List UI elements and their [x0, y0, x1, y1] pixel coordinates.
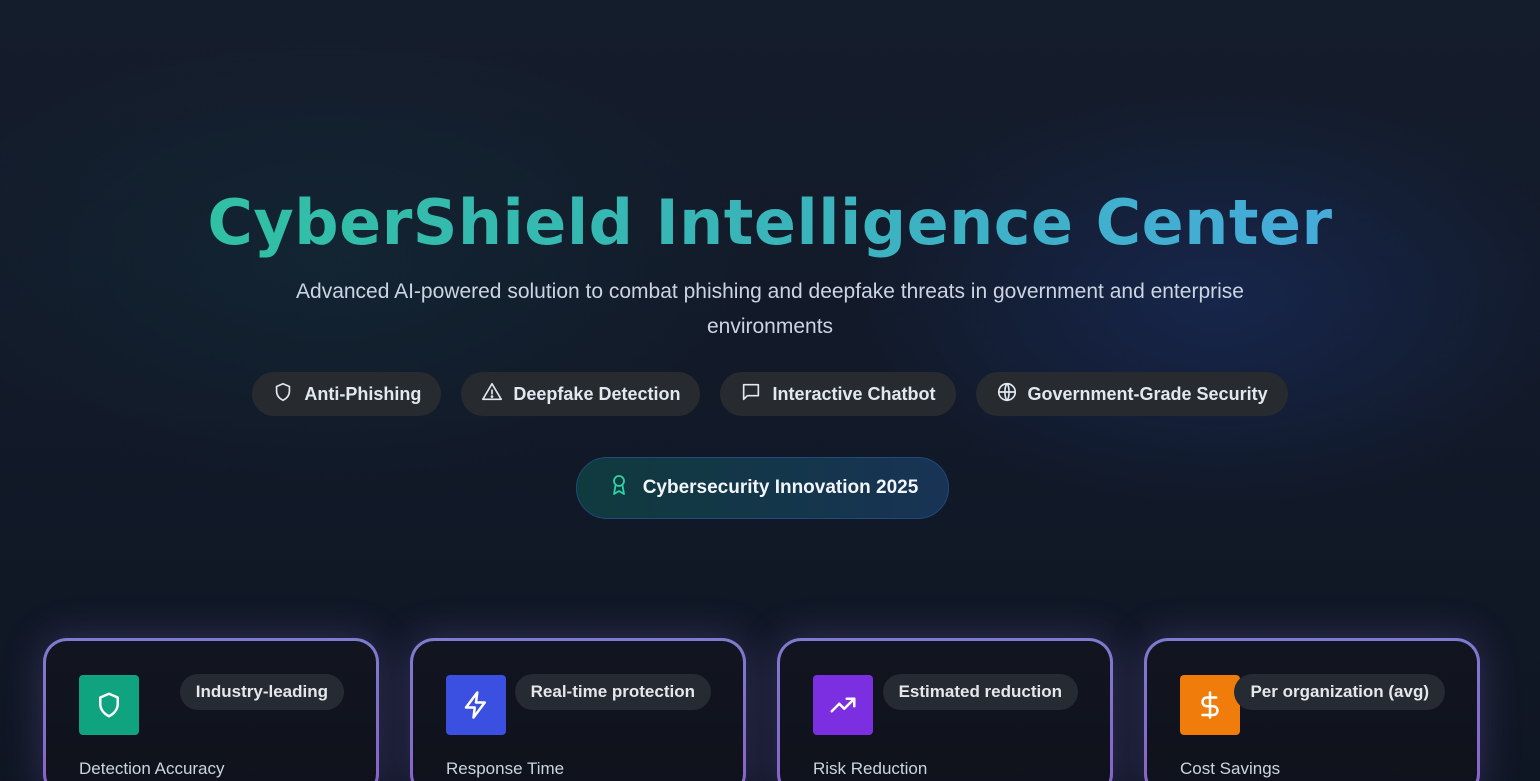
globe-icon — [996, 381, 1018, 408]
stat-label: Cost Savings — [1180, 759, 1281, 778]
tag-deepfake-detection: Deepfake Detection — [461, 372, 701, 416]
lightning-icon — [446, 675, 506, 735]
award-label: Cybersecurity Innovation 2025 — [642, 477, 919, 498]
stat-card-cost-savings: Per organization (avg) Cost Savings — [1144, 638, 1480, 781]
stat-label: Detection Accuracy — [79, 759, 225, 778]
shield-icon — [79, 675, 139, 735]
stat-card-response-time: Real-time protection Response Time — [410, 638, 746, 781]
trending-up-icon — [813, 675, 873, 735]
award-ribbon-icon — [607, 473, 631, 503]
stat-badge: Real-time protection — [514, 674, 711, 710]
stat-badge: Industry-leading — [179, 674, 344, 710]
page-subtitle: Advanced AI-powered solution to combat p… — [296, 280, 1244, 338]
tag-label: Deepfake Detection — [513, 383, 681, 404]
stat-label: Response Time — [446, 759, 565, 778]
stat-card-risk-reduction: Estimated reduction Risk Reduction — [777, 638, 1113, 781]
shield-icon — [272, 381, 294, 408]
warning-triangle-icon — [481, 381, 503, 408]
tag-label: Anti-Phishing — [304, 383, 422, 404]
page-title: CyberShield Intelligence Center — [0, 186, 1540, 259]
tag-label: Government-Grade Security — [1027, 383, 1268, 404]
tag-anti-phishing: Anti-Phishing — [252, 372, 442, 416]
stat-card-detection-accuracy: Industry-leading Detection Accuracy — [43, 638, 379, 781]
tag-label: Interactive Chatbot — [772, 383, 936, 404]
tag-government-grade-security: Government-Grade Security — [975, 372, 1288, 416]
award-badge: Cybersecurity Innovation 2025 — [576, 457, 949, 519]
stats-cards: Industry-leading Detection Accuracy Real… — [43, 638, 1480, 781]
stat-label: Risk Reduction — [813, 759, 928, 778]
dollar-icon — [1180, 675, 1240, 735]
chat-bubble-icon — [740, 381, 762, 408]
stat-badge: Estimated reduction — [882, 674, 1078, 710]
tag-interactive-chatbot: Interactive Chatbot — [720, 372, 956, 416]
stat-badge: Per organization (avg) — [1234, 674, 1445, 710]
feature-tags: Anti-Phishing Deepfake Detection Interac… — [0, 372, 1540, 416]
